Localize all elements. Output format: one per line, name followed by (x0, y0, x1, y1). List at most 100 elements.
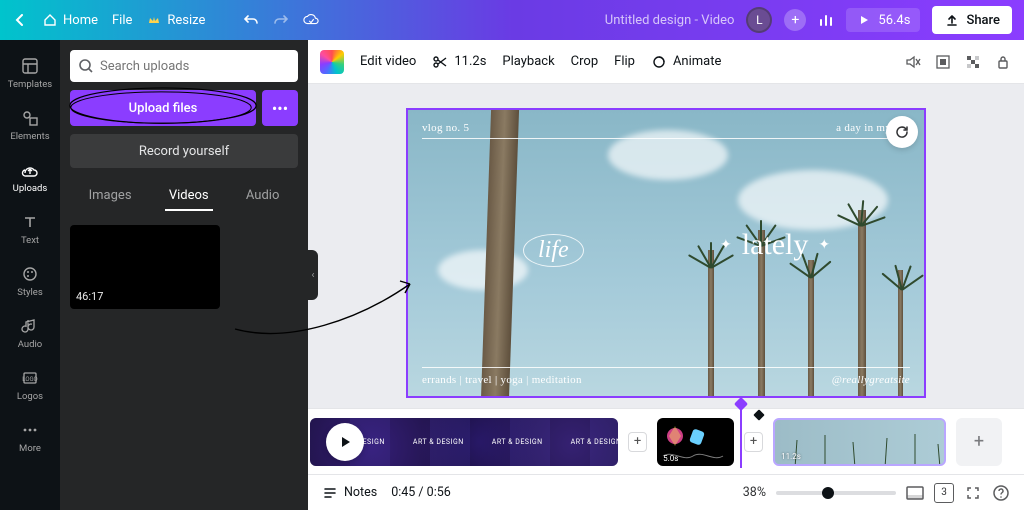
divider-line (422, 367, 910, 368)
timeline-play-button[interactable] (326, 423, 364, 461)
more-icon (20, 420, 40, 440)
timeline-clip-2[interactable]: 5.0s (657, 418, 734, 466)
palm-trunk (808, 260, 814, 398)
overlay-top-left[interactable]: vlog no. 5 (422, 122, 469, 134)
page-marker (753, 409, 764, 420)
timecode: 0:45 / 0:56 (391, 485, 451, 500)
zoom-slider[interactable] (776, 491, 896, 495)
avatar[interactable]: L (746, 7, 772, 33)
play-icon (856, 12, 872, 28)
document-title[interactable]: Untitled design - Video (605, 13, 735, 28)
overlay-bottom-left[interactable]: errands | travel | yoga | meditation (422, 374, 582, 386)
palm-fronds (871, 250, 926, 290)
resize-label: Resize (167, 13, 205, 28)
rail-uploads[interactable]: Uploads (0, 154, 60, 200)
rail-logos[interactable]: LOGO Logos (0, 362, 60, 408)
trim-button[interactable]: 11.2s (432, 54, 486, 70)
playback-button[interactable]: Playback (502, 54, 554, 69)
rail-more[interactable]: More (0, 414, 60, 460)
plus-icon: + (750, 434, 757, 449)
redo-icon (273, 12, 289, 28)
context-toolbar: Edit video 11.2s Playback Crop Flip Anim… (308, 40, 1024, 84)
rail-audio[interactable]: Audio (0, 310, 60, 356)
overlay-lately-group[interactable]: ✦ lately ✦ (720, 228, 830, 262)
share-button[interactable]: Share (932, 6, 1012, 34)
upload-files-button[interactable]: Upload files (70, 90, 256, 126)
bottom-bar: Notes 0:45 / 0:56 38% 3 (308, 474, 1024, 510)
overlay-bottom-right[interactable]: @reallygreatsite (832, 374, 910, 386)
add-clip-button[interactable]: + (744, 432, 763, 452)
edit-video-button[interactable]: Edit video (360, 54, 416, 69)
search-uploads[interactable] (70, 50, 298, 82)
palm-trunk (708, 250, 714, 398)
rail-templates[interactable]: Templates (0, 50, 60, 96)
undo-button[interactable] (243, 12, 259, 28)
canvas[interactable]: vlog no. 5 a day in my life life ✦ latel… (406, 108, 926, 398)
rail-label: Audio (18, 339, 42, 350)
notes-button[interactable]: Notes (322, 485, 377, 501)
clip2-duration: 5.0s (663, 454, 678, 463)
crop-button[interactable]: Crop (571, 54, 598, 69)
add-member-button[interactable]: + (784, 9, 806, 31)
add-clip-button[interactable]: + (628, 432, 647, 452)
pages-count: 3 (941, 487, 947, 498)
redo-button[interactable] (273, 12, 289, 28)
add-page-button[interactable]: + (956, 418, 1002, 466)
resize-button[interactable]: Resize (146, 12, 205, 28)
zoom-percent: 38% (743, 485, 766, 500)
tab-images[interactable]: Images (85, 182, 136, 211)
search-input[interactable] (100, 59, 290, 74)
slider-knob[interactable] (822, 487, 834, 499)
insights-button[interactable] (818, 12, 834, 28)
clip3-duration: 11.2s (781, 452, 801, 461)
rail-label: Uploads (13, 183, 48, 194)
clip1-label: ART & DESIGN (492, 438, 543, 446)
templates-icon (20, 56, 40, 76)
transparency-icon[interactable] (964, 53, 982, 71)
upload-more-button[interactable]: ••• (262, 90, 298, 126)
timeline-playhead[interactable] (740, 401, 742, 468)
rail-label: Logos (17, 391, 43, 402)
undo-icon (243, 12, 259, 28)
rail-text[interactable]: Text (0, 206, 60, 252)
record-yourself-button[interactable]: Record yourself (70, 134, 298, 168)
preview-button[interactable]: 56.4s (846, 8, 920, 32)
uploads-panel: Upload files ••• Record yourself Images … (60, 40, 308, 510)
overlay-lately: lately (742, 228, 809, 262)
rail-elements[interactable]: Elements (0, 102, 60, 148)
canvas-wrap: ••• (308, 84, 1024, 408)
elements-icon (20, 108, 40, 128)
overlay-life[interactable]: life (523, 234, 584, 267)
animate-button[interactable]: Animate (651, 54, 721, 70)
grid-view-icon[interactable] (906, 484, 924, 502)
position-icon[interactable] (934, 53, 952, 71)
canvas-undo-fab[interactable] (886, 116, 918, 148)
help-icon[interactable] (992, 484, 1010, 502)
flip-button[interactable]: Flip (614, 54, 635, 69)
back-button[interactable] (12, 12, 28, 28)
text-icon (20, 212, 40, 232)
color-picker-button[interactable] (320, 50, 344, 74)
preview-duration: 56.4s (878, 13, 910, 28)
fullscreen-icon[interactable] (964, 484, 982, 502)
refresh-icon (894, 124, 910, 140)
star-icon: ✦ (818, 237, 830, 253)
search-icon (78, 58, 94, 74)
palm-fronds (830, 186, 890, 226)
tab-audio[interactable]: Audio (242, 182, 283, 211)
timeline: ART & DESIGN ART & DESIGN ART & DESIGN A… (308, 408, 1024, 474)
tab-videos[interactable]: Videos (165, 182, 213, 211)
cloud-decoration (438, 250, 528, 290)
top-bar: Home File Resize (0, 0, 1024, 40)
cloud-sync-button[interactable] (303, 12, 319, 28)
rail-styles[interactable]: Styles (0, 258, 60, 304)
home-button[interactable]: Home (42, 12, 98, 28)
notes-label: Notes (344, 485, 377, 500)
file-menu[interactable]: File (112, 13, 132, 28)
mute-icon[interactable] (904, 53, 922, 71)
lock-icon[interactable] (994, 53, 1012, 71)
styles-icon (20, 264, 40, 284)
upload-video-thumbnail[interactable]: 46:17 (70, 225, 220, 309)
pages-button[interactable]: 3 (934, 483, 954, 503)
timeline-clip-3[interactable]: 11.2s (773, 418, 946, 466)
